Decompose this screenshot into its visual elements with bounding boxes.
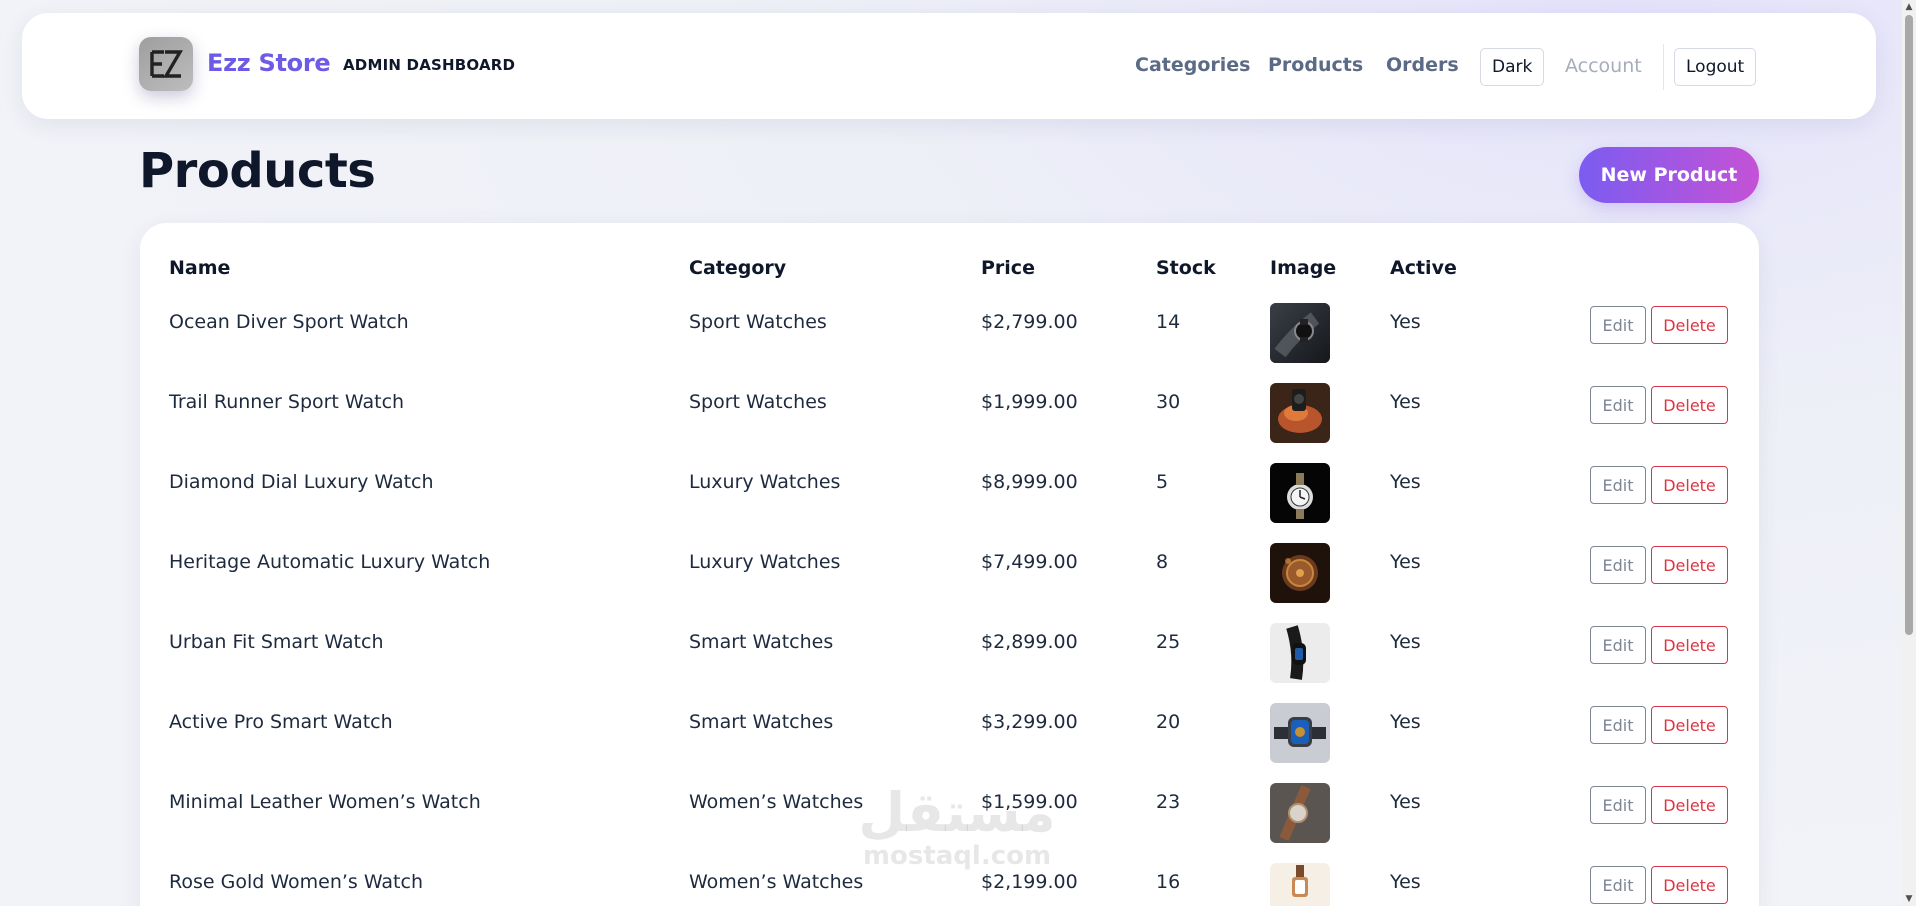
edit-button[interactable]: Edit (1590, 626, 1646, 664)
product-name: Active Pro Smart Watch (169, 711, 393, 733)
nav-orders[interactable]: Orders (1386, 54, 1459, 76)
table-row: Diamond Dial Luxury Watch Luxury Watches… (0, 463, 1916, 543)
new-product-button[interactable]: New Product (1579, 147, 1759, 203)
table-row: Heritage Automatic Luxury Watch Luxury W… (0, 543, 1916, 623)
delete-button[interactable]: Delete (1651, 546, 1728, 584)
delete-button[interactable]: Delete (1651, 786, 1728, 824)
edit-button[interactable]: Edit (1590, 866, 1646, 904)
table-row: Active Pro Smart Watch Smart Watches $3,… (0, 703, 1916, 783)
edit-button[interactable]: Edit (1590, 466, 1646, 504)
store-logo[interactable] (139, 37, 193, 91)
table-row: Ocean Diver Sport Watch Sport Watches $2… (0, 303, 1916, 383)
product-stock: 25 (1156, 631, 1181, 653)
delete-button[interactable]: Delete (1651, 626, 1728, 664)
edit-button[interactable]: Edit (1590, 546, 1646, 584)
product-name: Urban Fit Smart Watch (169, 631, 384, 653)
product-category: Sport Watches (689, 391, 827, 413)
product-name: Heritage Automatic Luxury Watch (169, 551, 491, 573)
product-thumbnail (1270, 303, 1330, 363)
product-price: $8,999.00 (981, 471, 1078, 493)
table-row: Rose Gold Women’s Watch Women’s Watches … (0, 863, 1916, 906)
product-price: $3,299.00 (981, 711, 1078, 733)
column-header-image: Image (1270, 257, 1337, 279)
product-stock: 5 (1156, 471, 1169, 493)
product-name: Diamond Dial Luxury Watch (169, 471, 434, 493)
product-category: Women’s Watches (689, 791, 864, 813)
product-category: Smart Watches (689, 711, 834, 733)
product-thumbnail (1270, 783, 1330, 843)
nav-products[interactable]: Products (1268, 54, 1363, 76)
product-category: Sport Watches (689, 311, 827, 333)
product-price: $1,999.00 (981, 391, 1078, 413)
product-stock: 20 (1156, 711, 1181, 733)
product-active: Yes (1390, 551, 1421, 573)
nav-account[interactable]: Account (1565, 55, 1642, 77)
product-thumbnail (1270, 543, 1330, 603)
column-header-stock: Stock (1156, 257, 1216, 279)
product-stock: 23 (1156, 791, 1181, 813)
product-active: Yes (1390, 711, 1421, 733)
product-stock: 16 (1156, 871, 1181, 893)
column-header-price: Price (981, 257, 1035, 279)
scroll-up-arrow-icon[interactable]: ▲ (1904, 2, 1914, 12)
top-navbar: Ezz Store ADMIN DASHBOARD Categories Pro… (22, 13, 1876, 119)
product-price: $2,899.00 (981, 631, 1078, 653)
product-thumbnail (1270, 623, 1330, 683)
product-category: Luxury Watches (689, 471, 841, 493)
delete-button[interactable]: Delete (1651, 306, 1728, 344)
product-price: $2,199.00 (981, 871, 1078, 893)
product-thumbnail (1270, 703, 1330, 763)
logo-mark-icon (150, 50, 183, 78)
product-active: Yes (1390, 791, 1421, 813)
product-name: Trail Runner Sport Watch (169, 391, 405, 413)
product-name: Minimal Leather Women’s Watch (169, 791, 481, 813)
nav-divider (1663, 44, 1664, 90)
edit-button[interactable]: Edit (1590, 706, 1646, 744)
product-stock: 30 (1156, 391, 1181, 413)
page-title: Products (139, 143, 376, 199)
nav-categories[interactable]: Categories (1135, 54, 1250, 76)
product-price: $1,599.00 (981, 791, 1078, 813)
product-name: Rose Gold Women’s Watch (169, 871, 423, 893)
edit-button[interactable]: Edit (1590, 386, 1646, 424)
product-active: Yes (1390, 311, 1421, 333)
scroll-thumb[interactable] (1905, 15, 1913, 635)
edit-button[interactable]: Edit (1590, 306, 1646, 344)
product-price: $7,499.00 (981, 551, 1078, 573)
product-active: Yes (1390, 471, 1421, 493)
product-active: Yes (1390, 391, 1421, 413)
column-header-active: Active (1390, 257, 1457, 279)
product-price: $2,799.00 (981, 311, 1078, 333)
product-thumbnail (1270, 863, 1330, 906)
column-header-category: Category (689, 257, 787, 279)
table-row: Trail Runner Sport Watch Sport Watches $… (0, 383, 1916, 463)
product-category: Luxury Watches (689, 551, 841, 573)
product-thumbnail (1270, 383, 1330, 443)
edit-button[interactable]: Edit (1590, 786, 1646, 824)
product-active: Yes (1390, 871, 1421, 893)
brand-name[interactable]: Ezz Store (207, 49, 331, 77)
product-category: Women’s Watches (689, 871, 864, 893)
delete-button[interactable]: Delete (1651, 866, 1728, 904)
dark-mode-button[interactable]: Dark (1480, 48, 1545, 86)
table-row: Minimal Leather Women’s Watch Women’s Wa… (0, 783, 1916, 863)
admin-dashboard-label: ADMIN DASHBOARD (343, 56, 516, 74)
scroll-down-arrow-icon[interactable]: ▼ (1904, 894, 1914, 904)
product-name: Ocean Diver Sport Watch (169, 311, 409, 333)
column-header-name: Name (169, 257, 231, 279)
product-stock: 14 (1156, 311, 1181, 333)
product-thumbnail (1270, 463, 1330, 523)
product-stock: 8 (1156, 551, 1169, 573)
table-row: Urban Fit Smart Watch Smart Watches $2,8… (0, 623, 1916, 703)
page-scrollbar[interactable]: ▲ ▼ (1902, 0, 1916, 906)
delete-button[interactable]: Delete (1651, 386, 1728, 424)
product-active: Yes (1390, 631, 1421, 653)
logout-button[interactable]: Logout (1674, 48, 1757, 86)
delete-button[interactable]: Delete (1651, 706, 1728, 744)
product-category: Smart Watches (689, 631, 834, 653)
delete-button[interactable]: Delete (1651, 466, 1728, 504)
